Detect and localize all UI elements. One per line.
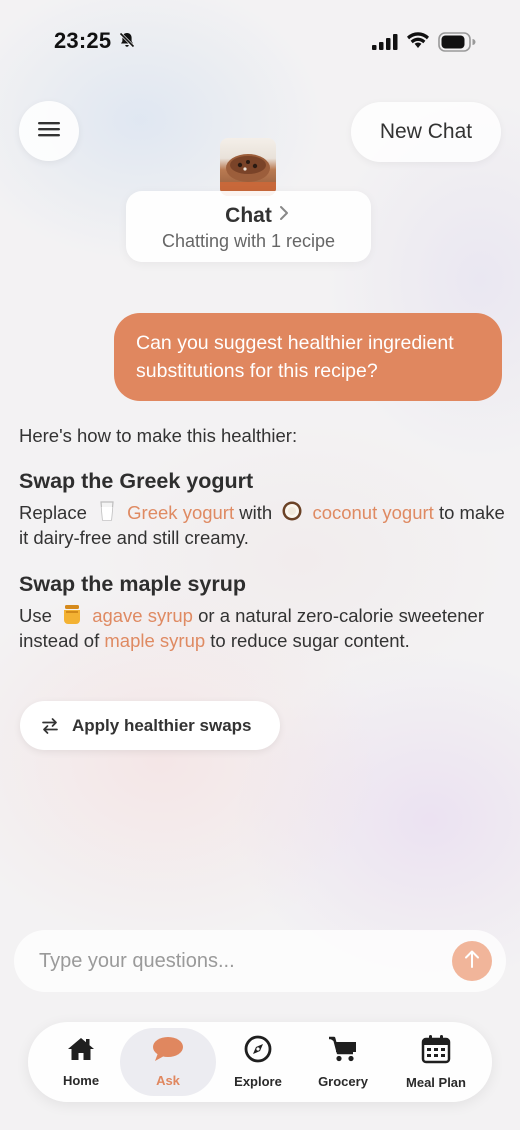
answer-intro: Here's how to make this healthier: (19, 425, 298, 446)
battery-icon (438, 32, 476, 57)
tab-label: Explore (234, 1074, 282, 1089)
section-heading: Swap the maple syrup (19, 572, 247, 596)
send-button[interactable] (452, 941, 492, 981)
tab-label: Home (62, 1073, 100, 1088)
coconut-icon (281, 500, 303, 522)
recipe-thumbnail[interactable] (220, 138, 276, 196)
chat-subtitle: Chatting with 1 recipe (161, 231, 336, 251)
menu-button[interactable] (19, 101, 79, 161)
assistant-message: Here's how to make this healthier: Swap … (19, 425, 509, 653)
text-fragment: Use (19, 605, 52, 626)
calendar-icon (421, 1034, 451, 1069)
tab-label: Ask (156, 1073, 180, 1088)
section-heading: Swap the Greek yogurt (19, 469, 254, 493)
tab-home[interactable]: Home (42, 1022, 120, 1102)
text-fragment: with (239, 502, 273, 523)
apply-swaps-label: Apply healthier swaps (72, 715, 252, 735)
tab-meal-plan[interactable]: Meal Plan (392, 1022, 480, 1102)
hamburger-menu-icon (37, 120, 61, 143)
status-time: 23:25 (54, 28, 112, 53)
chevron-right-icon (278, 205, 290, 226)
tab-ask[interactable]: Ask (120, 1028, 216, 1096)
compass-icon (244, 1035, 272, 1068)
tab-label: Meal Plan (406, 1075, 466, 1090)
bell-muted-icon (118, 31, 136, 54)
new-chat-button[interactable]: New Chat (351, 102, 501, 162)
apply-swaps-button[interactable]: Apply healthier swaps (20, 701, 280, 750)
home-icon (66, 1036, 96, 1067)
arrow-up-icon (463, 949, 481, 974)
tab-explore[interactable]: Explore (218, 1022, 298, 1102)
status-bar: 23:25 (0, 0, 520, 80)
chat-bubble-icon (152, 1036, 184, 1067)
honey-pot-icon (61, 603, 83, 625)
section-text: Use agave syrup or a natural zero-calori… (19, 603, 509, 653)
cellular-signal-icon (372, 34, 398, 55)
message-composer (14, 930, 506, 992)
text-fragment: Replace (19, 502, 87, 523)
milk-glass-icon (96, 500, 118, 522)
bottom-tab-bar: Home Ask Explore Grocery Meal Plan (28, 1022, 492, 1102)
tab-grocery[interactable]: Grocery (300, 1022, 386, 1102)
chat-context-pill[interactable]: Chat Chatting with 1 recipe (126, 191, 371, 262)
text-fragment: to reduce sugar content. (210, 630, 410, 651)
wifi-icon (406, 31, 430, 54)
question-input[interactable] (39, 942, 419, 980)
section-text: Replace Greek yogurt with coconut yogurt… (19, 500, 509, 550)
ingredient-link[interactable]: Greek yogurt (127, 502, 234, 523)
tab-label: Grocery (318, 1074, 368, 1089)
cart-icon (328, 1035, 358, 1068)
ingredient-link[interactable]: agave syrup (92, 605, 193, 626)
user-message-bubble: Can you suggest healthier ingredient sub… (114, 313, 502, 401)
ingredient-link[interactable]: coconut yogurt (312, 502, 433, 523)
swap-arrows-icon (40, 717, 60, 735)
ingredient-link[interactable]: maple syrup (104, 630, 205, 651)
chat-title: Chat (225, 204, 272, 227)
